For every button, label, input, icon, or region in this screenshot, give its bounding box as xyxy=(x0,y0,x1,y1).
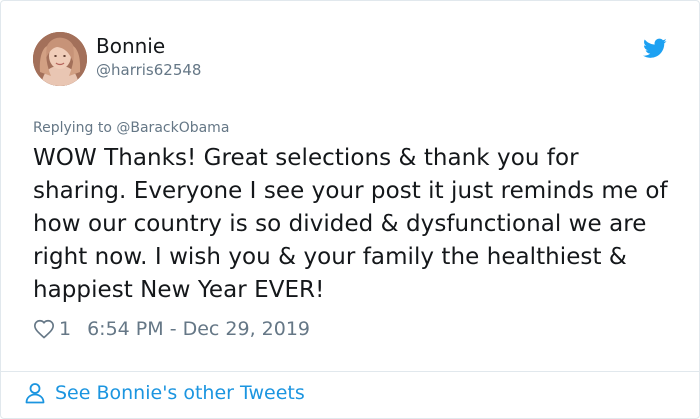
twitter-bird-icon[interactable] xyxy=(643,36,667,60)
tweet-text: WOW Thanks! Great selections & thank you… xyxy=(33,145,668,303)
divider xyxy=(1,371,699,372)
see-other-tweets-label: See Bonnie's other Tweets xyxy=(55,382,305,404)
display-name[interactable]: Bonnie xyxy=(96,34,201,58)
user-info[interactable]: Bonnie @harris62548 xyxy=(96,34,201,80)
timestamp[interactable]: 6:54 PM - Dec 29, 2019 xyxy=(87,318,310,340)
tweet-card: Bonnie @harris62548 Replying to @BarackO… xyxy=(0,0,700,419)
see-other-tweets-link[interactable]: See Bonnie's other Tweets xyxy=(23,381,305,405)
like-count: 1 xyxy=(59,318,72,340)
tweet-meta: 1 6:54 PM - Dec 29, 2019 xyxy=(33,318,310,340)
replying-to[interactable]: Replying to @BarackObama xyxy=(33,120,229,136)
tweet-header: Bonnie @harris62548 xyxy=(33,32,679,88)
person-icon xyxy=(25,383,45,404)
user-handle[interactable]: @harris62548 xyxy=(96,60,201,80)
avatar[interactable] xyxy=(33,32,87,86)
avatar-image xyxy=(33,32,87,86)
heart-icon[interactable] xyxy=(33,318,55,340)
